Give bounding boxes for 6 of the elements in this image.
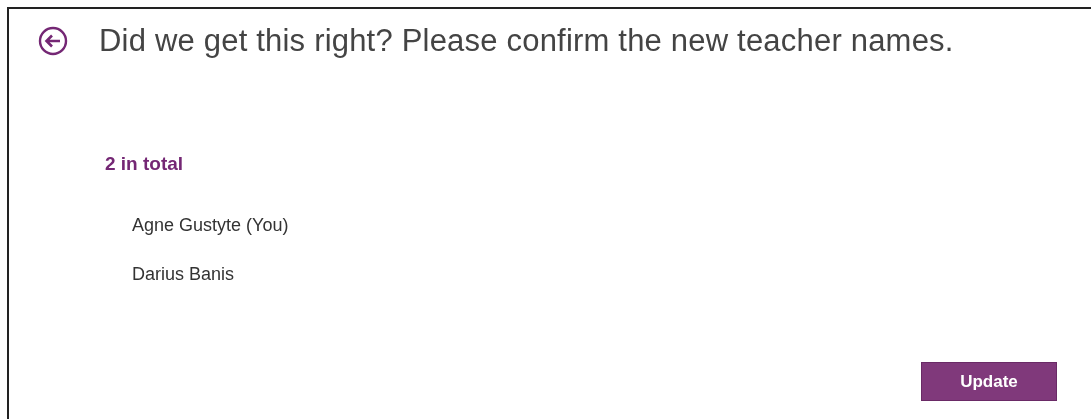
teacher-name: Darius Banis: [132, 264, 236, 285]
teacher-name: Agne Gustyte (You): [132, 215, 290, 236]
back-icon[interactable]: [38, 26, 68, 56]
update-button[interactable]: Update: [921, 362, 1057, 401]
total-count: 2 in total: [105, 153, 185, 175]
page-title: Did we get this right? Please confirm the new teacher names.: [99, 23, 954, 59]
